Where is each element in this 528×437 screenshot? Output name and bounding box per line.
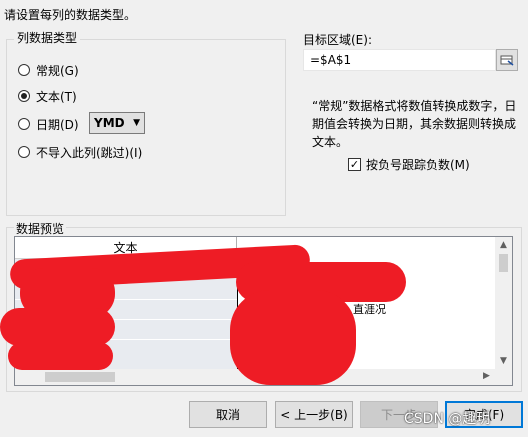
vertical-scrollbar[interactable]: ▲ ▼ xyxy=(495,237,512,369)
vertical-scroll-thumb[interactable] xyxy=(499,254,508,272)
negative-tracking-label: 按负号跟踪负数(M) xyxy=(366,158,470,172)
redaction-mark xyxy=(0,308,115,346)
radio-text[interactable]: 文本(T) xyxy=(18,86,77,106)
back-button[interactable]: < 上一步(B) xyxy=(275,401,353,428)
target-input[interactable]: =$A$1 xyxy=(303,49,496,71)
negative-tracking-checkbox[interactable]: ✓ 按负号跟踪负数(M) xyxy=(348,156,470,173)
radio-general[interactable]: 常规(G) xyxy=(18,60,79,80)
radio-text-indicator[interactable] xyxy=(18,90,30,102)
radio-text-label: 文本(T) xyxy=(36,89,77,104)
date-format-select[interactable]: YMD ▼ xyxy=(89,112,145,134)
scroll-up-icon[interactable]: ▲ xyxy=(495,240,512,250)
column-type-legend: 列数据类型 xyxy=(14,31,81,45)
checkmark-icon[interactable]: ✓ xyxy=(348,158,361,171)
preview-legend: 数据预览 xyxy=(14,220,67,237)
radio-general-indicator[interactable] xyxy=(18,64,30,76)
redaction-mark xyxy=(230,290,356,385)
radio-date-indicator[interactable] xyxy=(18,118,30,130)
cancel-button[interactable]: 取消 xyxy=(189,401,267,428)
radio-skip-indicator[interactable] xyxy=(18,146,30,158)
instruction-text: 请设置每列的数据类型。 xyxy=(4,8,137,22)
scroll-right-icon[interactable]: ▶ xyxy=(483,371,490,381)
radio-date[interactable]: 日期(D) xyxy=(18,114,79,134)
preview-cell-text: 直涯况 xyxy=(353,303,386,316)
scroll-down-icon[interactable]: ▼ xyxy=(495,356,512,366)
date-format-value: YMD xyxy=(94,116,125,130)
range-select-icon xyxy=(500,55,514,66)
radio-date-label: 日期(D) xyxy=(36,117,79,132)
redaction-mark xyxy=(8,342,113,370)
scroll-corner xyxy=(495,369,512,385)
chevron-down-icon: ▼ xyxy=(133,118,140,128)
format-description: “常规”数据格式将数值转换成数字，日期值会转换为日期，其余数据则转换成文本。 xyxy=(312,99,517,149)
radio-general-label: 常规(G) xyxy=(36,63,79,78)
watermark: CSDN @趣玥 xyxy=(404,411,491,427)
horizontal-scroll-thumb[interactable] xyxy=(45,372,115,382)
collapse-dialog-button[interactable] xyxy=(496,49,518,71)
radio-skip-label: 不导入此列(跳过)(I) xyxy=(36,145,143,160)
radio-skip[interactable]: 不导入此列(跳过)(I) xyxy=(18,142,142,162)
target-label: 目标区域(E): xyxy=(303,33,372,47)
